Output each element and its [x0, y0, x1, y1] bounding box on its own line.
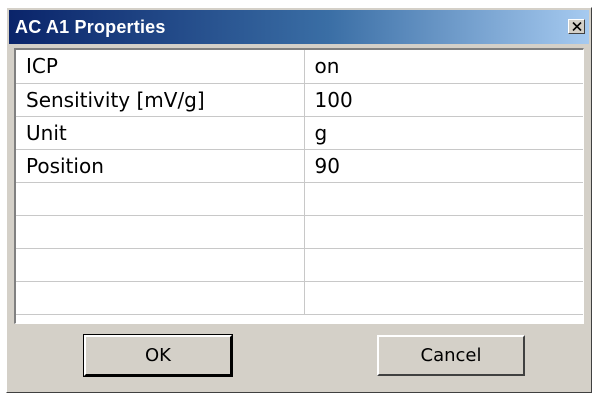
window-title: AC A1 Properties	[15, 17, 166, 37]
table-row[interactable]: Sensitivity [mV/g] 100	[16, 83, 583, 117]
table-row[interactable]: ICP on	[16, 50, 583, 84]
property-name	[16, 215, 305, 249]
close-button[interactable]	[568, 19, 585, 34]
property-value[interactable]	[304, 182, 583, 216]
property-value[interactable]	[304, 248, 583, 282]
property-value[interactable]: 100	[304, 83, 583, 117]
table-row[interactable]	[16, 248, 583, 282]
property-name: Position	[16, 149, 305, 183]
close-icon	[572, 22, 582, 31]
ok-button[interactable]: OK	[83, 334, 233, 377]
property-value[interactable]: on	[304, 50, 583, 84]
properties-grid: ICP on Sensitivity [mV/g] 100 Unit g Pos…	[14, 48, 584, 324]
property-value[interactable]: g	[304, 116, 583, 150]
property-name	[16, 248, 305, 282]
property-value[interactable]: 90	[304, 149, 583, 183]
table-row[interactable]	[16, 215, 583, 249]
table-row[interactable]: Unit g	[16, 116, 583, 150]
table-row[interactable]	[16, 182, 583, 216]
property-name: Sensitivity [mV/g]	[16, 83, 305, 117]
properties-table: ICP on Sensitivity [mV/g] 100 Unit g Pos…	[16, 50, 583, 315]
property-value[interactable]	[304, 215, 583, 249]
property-value[interactable]	[304, 281, 583, 315]
property-name	[16, 182, 305, 216]
table-row[interactable]	[16, 281, 583, 315]
properties-dialog: AC A1 Properties ICP on Sensitivity [mV/…	[6, 7, 592, 393]
property-name	[16, 281, 305, 315]
cancel-button[interactable]: Cancel	[377, 335, 525, 376]
table-row[interactable]: Position 90	[16, 149, 583, 183]
property-name: Unit	[16, 116, 305, 150]
property-name: ICP	[16, 50, 305, 84]
title-bar[interactable]: AC A1 Properties	[9, 10, 589, 44]
